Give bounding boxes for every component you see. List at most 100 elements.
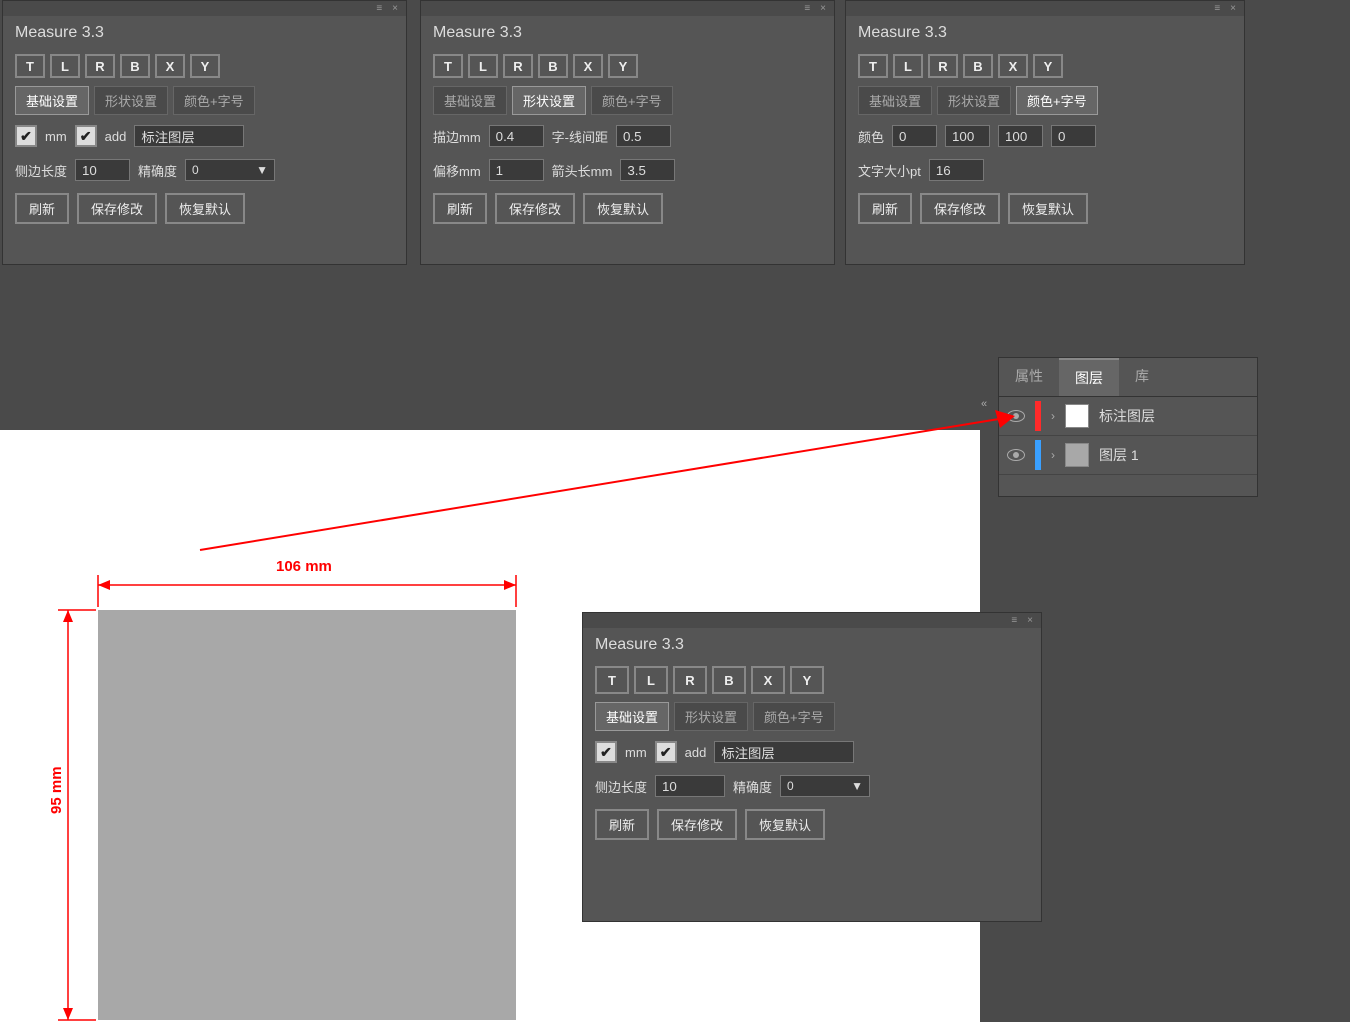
reset-button[interactable]: 恢复默认: [583, 193, 663, 224]
refresh-button[interactable]: 刷新: [595, 809, 649, 840]
reset-button[interactable]: 恢复默认: [745, 809, 825, 840]
tab-basic[interactable]: 基础设置: [433, 86, 507, 115]
reset-button[interactable]: 恢复默认: [1008, 193, 1088, 224]
input-side-length[interactable]: [75, 159, 130, 181]
tab-basic[interactable]: 基础设置: [595, 702, 669, 731]
save-button[interactable]: 保存修改: [920, 193, 1000, 224]
expand-chevron-icon[interactable]: ›: [1051, 448, 1055, 462]
dir-t[interactable]: T: [858, 54, 888, 78]
tab-color[interactable]: 颜色+字号: [173, 86, 255, 115]
tab-shape[interactable]: 形状设置: [512, 86, 586, 115]
dir-l[interactable]: L: [893, 54, 923, 78]
artboard-rectangle[interactable]: [98, 610, 516, 1020]
dir-x[interactable]: X: [573, 54, 603, 78]
dir-l[interactable]: L: [468, 54, 498, 78]
label-stroke: 描边mm: [433, 127, 481, 146]
tab-color[interactable]: 颜色+字号: [1016, 86, 1098, 115]
input-gap[interactable]: [616, 125, 671, 147]
dimension-height-label: 95 mm: [48, 760, 65, 820]
action-row: 刷新 保存修改 恢复默认: [3, 187, 406, 230]
dir-y[interactable]: Y: [790, 666, 824, 694]
save-button[interactable]: 保存修改: [495, 193, 575, 224]
collapse-icon[interactable]: ≡: [804, 3, 810, 14]
input-m[interactable]: [945, 125, 990, 147]
panel-collapse-arrow[interactable]: «: [981, 398, 987, 410]
dir-b[interactable]: B: [963, 54, 993, 78]
label-add: add: [105, 129, 127, 144]
dir-y[interactable]: Y: [190, 54, 220, 78]
dir-t[interactable]: T: [433, 54, 463, 78]
input-layer-name[interactable]: [134, 125, 244, 147]
dir-x[interactable]: X: [998, 54, 1028, 78]
input-layer-name[interactable]: [714, 741, 854, 763]
refresh-button[interactable]: 刷新: [858, 193, 912, 224]
dir-r[interactable]: R: [928, 54, 958, 78]
measure-panel-floating[interactable]: ≡ × Measure 3.3 T L R B X Y 基础设置 形状设置 颜色…: [582, 612, 1042, 922]
tab-shape[interactable]: 形状设置: [674, 702, 748, 731]
checkbox-mm[interactable]: ✔: [595, 741, 617, 763]
collapse-icon[interactable]: ≡: [1011, 615, 1017, 626]
close-icon[interactable]: ×: [392, 3, 398, 14]
action-row: 刷新 保存修改 恢复默认: [421, 187, 834, 230]
dir-r[interactable]: R: [503, 54, 533, 78]
close-icon[interactable]: ×: [1230, 3, 1236, 14]
dir-l[interactable]: L: [50, 54, 80, 78]
tab-shape[interactable]: 形状设置: [94, 86, 168, 115]
input-k[interactable]: [1051, 125, 1096, 147]
precision-value: 0: [192, 163, 199, 177]
layer-row-1[interactable]: › 图层 1: [999, 436, 1257, 475]
layer-swatch: [1065, 443, 1089, 467]
collapse-icon[interactable]: ≡: [1214, 3, 1220, 14]
save-button[interactable]: 保存修改: [77, 193, 157, 224]
tab-library[interactable]: 库: [1119, 358, 1165, 396]
save-button[interactable]: 保存修改: [657, 809, 737, 840]
input-arrow[interactable]: [620, 159, 675, 181]
dir-x[interactable]: X: [155, 54, 185, 78]
label-mm: mm: [625, 745, 647, 760]
dir-b[interactable]: B: [538, 54, 568, 78]
dir-b[interactable]: B: [120, 54, 150, 78]
tab-basic[interactable]: 基础设置: [858, 86, 932, 115]
input-stroke[interactable]: [489, 125, 544, 147]
collapse-icon[interactable]: ≡: [376, 3, 382, 14]
tab-basic[interactable]: 基础设置: [15, 86, 89, 115]
layers-panel: « 属性 图层 库 › 标注图层 › 图层 1: [998, 357, 1258, 497]
tab-color[interactable]: 颜色+字号: [753, 702, 835, 731]
dir-y[interactable]: Y: [1033, 54, 1063, 78]
dir-x[interactable]: X: [751, 666, 785, 694]
checkbox-mm[interactable]: ✔: [15, 125, 37, 147]
reset-button[interactable]: 恢复默认: [165, 193, 245, 224]
direction-buttons: T L R B X Y: [846, 50, 1244, 82]
label-color: 颜色: [858, 127, 884, 146]
dir-r[interactable]: R: [673, 666, 707, 694]
checkbox-add[interactable]: ✔: [655, 741, 677, 763]
layer-row-annotation[interactable]: › 标注图层: [999, 397, 1257, 436]
panel-header: ≡ ×: [3, 1, 406, 16]
dir-y[interactable]: Y: [608, 54, 638, 78]
dir-l[interactable]: L: [634, 666, 668, 694]
panel-title: Measure 3.3: [583, 628, 1041, 662]
tab-color[interactable]: 颜色+字号: [591, 86, 673, 115]
dir-b[interactable]: B: [712, 666, 746, 694]
input-c[interactable]: [892, 125, 937, 147]
tab-layers[interactable]: 图层: [1059, 358, 1119, 396]
tab-shape[interactable]: 形状设置: [937, 86, 1011, 115]
dir-r[interactable]: R: [85, 54, 115, 78]
input-text-size[interactable]: [929, 159, 984, 181]
expand-chevron-icon[interactable]: ›: [1051, 409, 1055, 423]
checkbox-add[interactable]: ✔: [75, 125, 97, 147]
dropdown-precision[interactable]: 0 ▼: [780, 775, 870, 797]
tab-properties[interactable]: 属性: [999, 358, 1059, 396]
input-side-length[interactable]: [655, 775, 725, 797]
dropdown-precision[interactable]: 0 ▼: [185, 159, 275, 181]
refresh-button[interactable]: 刷新: [433, 193, 487, 224]
dir-t[interactable]: T: [15, 54, 45, 78]
close-icon[interactable]: ×: [1027, 615, 1033, 626]
refresh-button[interactable]: 刷新: [15, 193, 69, 224]
label-precision: 精确度: [733, 777, 772, 796]
input-y[interactable]: [998, 125, 1043, 147]
close-icon[interactable]: ×: [820, 3, 826, 14]
input-offset[interactable]: [489, 159, 544, 181]
label-offset: 偏移mm: [433, 161, 481, 180]
dir-t[interactable]: T: [595, 666, 629, 694]
